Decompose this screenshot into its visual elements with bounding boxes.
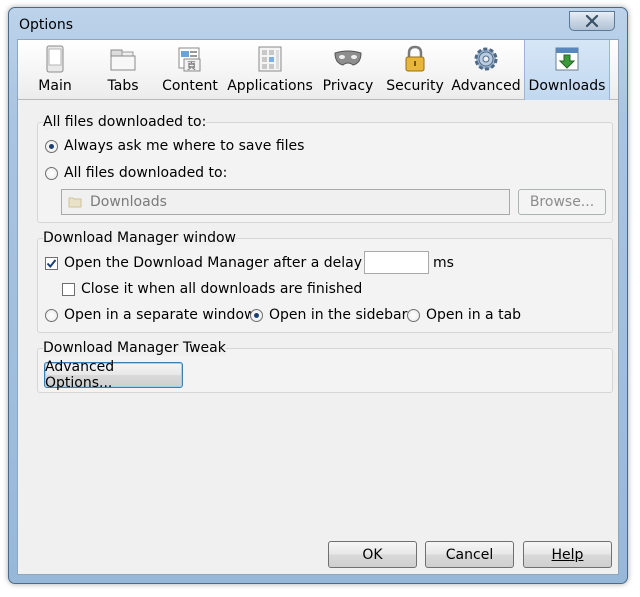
- download-folder-field: Downloads: [61, 189, 510, 215]
- tab-tabs-label: Tabs: [107, 78, 139, 94]
- cancel-button[interactable]: Cancel: [425, 541, 514, 568]
- dialog-client: Main Tabs 頁 Content Applications Privacy…: [17, 39, 619, 575]
- tab-advanced-label: Advanced: [451, 78, 521, 94]
- mask-icon: [334, 50, 362, 66]
- delay-unit: ms: [433, 255, 454, 271]
- ok-button[interactable]: OK: [328, 541, 417, 568]
- open-delay-option[interactable]: Open the Download Manager after a delay …: [45, 255, 380, 271]
- close-icon: [585, 15, 599, 27]
- tab-content[interactable]: 頁 Content: [154, 40, 226, 100]
- tab-privacy-label: Privacy: [322, 78, 374, 94]
- options-toolbar: Main Tabs 頁 Content Applications Privacy…: [18, 40, 618, 100]
- open-delay-checkbox[interactable]: [45, 256, 58, 270]
- open-sidebar-label: Open in the sidebar: [269, 307, 408, 323]
- close-button[interactable]: [569, 11, 615, 31]
- content-icon: 頁: [178, 47, 201, 72]
- tweak-title: Download Manager Tweak: [43, 340, 226, 356]
- open-sidebar-radio[interactable]: [250, 308, 263, 322]
- tab-tabs[interactable]: Tabs: [92, 40, 154, 100]
- open-delay-label: Open the Download Manager after a delay …: [64, 255, 380, 271]
- tab-security-label: Security: [386, 78, 444, 94]
- svg-text:頁: 頁: [187, 61, 196, 72]
- download-location-title: All files downloaded to:: [43, 114, 207, 130]
- folder-icon: [68, 197, 82, 208]
- advanced-options-button[interactable]: Advanced Options...: [44, 359, 183, 391]
- tab-content-label: Content: [162, 78, 218, 94]
- help-button[interactable]: Help: [523, 541, 612, 568]
- window-title: Options: [19, 17, 74, 33]
- gear-icon: [474, 47, 498, 71]
- close-when-done-checkbox[interactable]: [62, 282, 75, 296]
- tab-applications[interactable]: Applications: [226, 40, 314, 100]
- download-manager-title: Download Manager window: [43, 230, 236, 246]
- open-separate-window-radio[interactable]: [45, 308, 58, 322]
- download-folder-value: Downloads: [90, 194, 167, 210]
- tab-main[interactable]: Main: [18, 40, 92, 100]
- always-ask-radio[interactable]: [45, 139, 58, 153]
- close-when-done-option[interactable]: Close it when all downloads are finished: [62, 281, 362, 297]
- tab-applications-label: Applications: [227, 78, 313, 94]
- lock-icon: [405, 45, 425, 72]
- delay-input[interactable]: [364, 251, 429, 274]
- folder-option-label: All files downloaded to:: [64, 165, 228, 181]
- device-icon: [46, 45, 64, 73]
- download-icon: [555, 47, 579, 71]
- tab-downloads[interactable]: Downloads: [524, 40, 610, 100]
- applications-icon: [258, 46, 282, 72]
- open-separate-window-option[interactable]: Open in a separate window: [45, 307, 255, 323]
- checkmark-icon: [46, 258, 57, 268]
- folder-option[interactable]: All files downloaded to:: [45, 165, 227, 181]
- browse-button[interactable]: Browse...: [518, 189, 606, 215]
- tab-privacy[interactable]: Privacy: [314, 40, 382, 100]
- tab-downloads-label: Downloads: [528, 78, 606, 94]
- tabs-icon: [110, 49, 136, 71]
- tab-advanced[interactable]: Advanced: [448, 40, 524, 100]
- close-when-done-label: Close it when all downloads are finished: [81, 281, 363, 297]
- open-tab-radio[interactable]: [407, 308, 420, 322]
- open-tab-option[interactable]: Open in a tab: [407, 307, 521, 323]
- open-separate-window-label: Open in a separate window: [64, 307, 256, 323]
- options-window: Options Main Tabs 頁 Content Applications…: [8, 7, 628, 584]
- always-ask-label: Always ask me where to save files: [64, 138, 305, 154]
- tab-main-label: Main: [38, 78, 72, 94]
- folder-radio[interactable]: [45, 166, 58, 180]
- tab-security[interactable]: Security: [382, 40, 448, 100]
- open-sidebar-option[interactable]: Open in the sidebar: [250, 307, 407, 323]
- open-tab-label: Open in a tab: [426, 307, 522, 323]
- always-ask-option[interactable]: Always ask me where to save files: [45, 138, 304, 154]
